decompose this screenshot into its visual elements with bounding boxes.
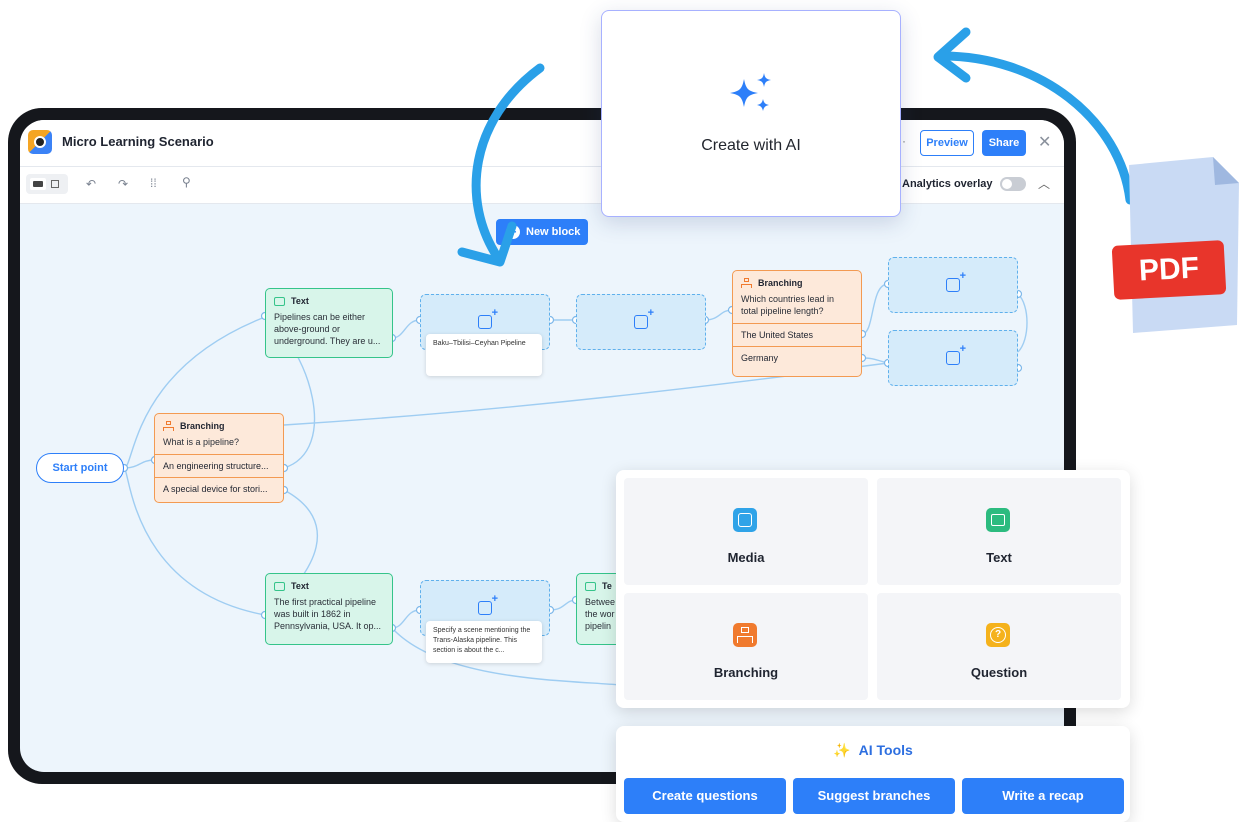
question-icon: ? — [986, 623, 1010, 647]
branching-icon — [733, 623, 757, 647]
block-palette: Media Text Branching ? Question — [616, 470, 1130, 708]
branching-tile[interactable]: Branching — [624, 593, 868, 700]
text-tile[interactable]: Text — [877, 478, 1121, 585]
write-recap-button[interactable]: Write a recap — [962, 778, 1124, 814]
pdf-file-icon: PDF — [1111, 155, 1239, 335]
ai-tools-title: ✨ AI Tools — [833, 742, 913, 758]
media-tile[interactable]: Media — [624, 478, 868, 585]
suggest-branches-button[interactable]: Suggest branches — [793, 778, 955, 814]
magic-wand-icon: ✨ — [833, 742, 851, 758]
ai-tools-panel: ✨ AI Tools Create questions Suggest branc… — [616, 726, 1130, 822]
pdf-label: PDF — [1111, 240, 1227, 300]
text-icon — [986, 508, 1010, 532]
create-questions-button[interactable]: Create questions — [624, 778, 786, 814]
media-icon — [733, 508, 757, 532]
question-tile[interactable]: ? Question — [877, 593, 1121, 700]
